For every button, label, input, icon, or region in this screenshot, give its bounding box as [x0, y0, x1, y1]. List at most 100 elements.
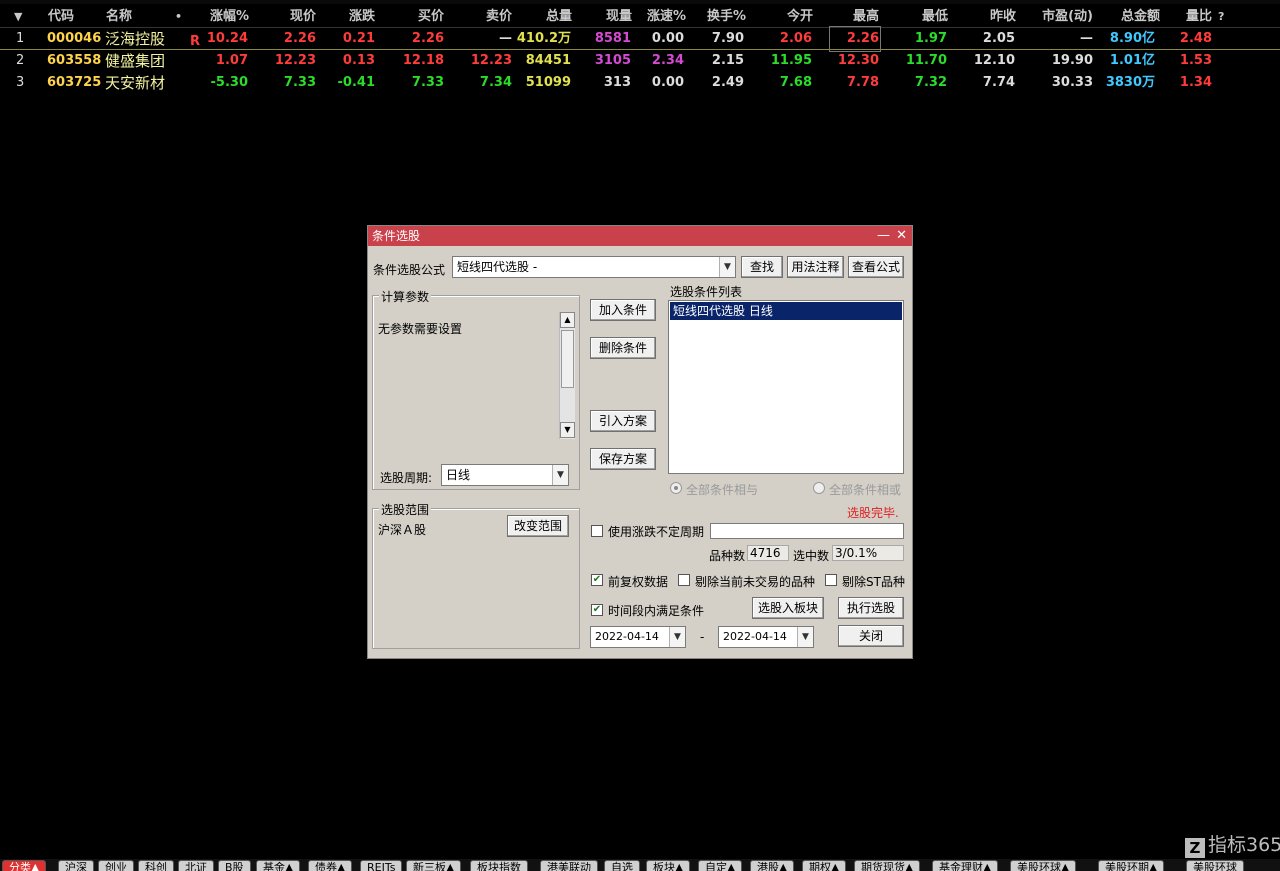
col-chg-pct[interactable]: 涨幅% — [210, 6, 249, 28]
stock-code: 603558 — [47, 53, 102, 68]
tab-star[interactable]: 科创 — [138, 860, 174, 871]
date-to-select[interactable]: 2022-04-14 ▼ — [718, 626, 814, 648]
column-menu-icon[interactable]: ▼ — [14, 6, 22, 28]
close-icon[interactable]: ✕ — [896, 226, 907, 246]
tab-reits[interactable]: REITs — [360, 860, 403, 871]
time-range-checkbox[interactable]: ✔ — [591, 604, 603, 616]
prev-close: 2.05 — [982, 31, 1015, 46]
prev-close: 7.74 — [982, 75, 1015, 90]
tab-custom[interactable]: 自定▲ — [698, 860, 743, 871]
pe: 30.33 — [1051, 75, 1093, 90]
col-name[interactable]: 名称 — [106, 6, 132, 28]
table-row[interactable]: 2 603558 健盛集团 1.07 12.23 0.13 12.18 12.2… — [0, 50, 1280, 72]
tab-us-global[interactable]: 美股环球▲ — [1010, 860, 1077, 871]
col-bid[interactable]: 买价 — [418, 6, 444, 28]
tab-hk-us-link[interactable]: 港美联动 — [540, 860, 598, 871]
delete-condition-button[interactable]: 删除条件 — [590, 337, 656, 359]
usage-notes-button[interactable]: 用法注释 — [787, 256, 844, 278]
amount: 8.90 — [1109, 31, 1142, 46]
row-index: 2 — [16, 53, 25, 68]
amount: 3830 — [1105, 75, 1142, 90]
col-open[interactable]: 今开 — [787, 6, 813, 28]
col-chg[interactable]: 涨跌 — [349, 6, 375, 28]
tab-bond[interactable]: 债券▲ — [308, 860, 353, 871]
tab-bshare[interactable]: B股 — [218, 860, 251, 871]
tab-futures[interactable]: 期货现货▲ — [854, 860, 921, 871]
view-formula-button[interactable]: 查看公式 — [848, 256, 904, 278]
table-row[interactable]: 1 000046 泛海控股 R 10.24 2.26 0.21 2.26 — 4… — [0, 26, 1280, 52]
col-price[interactable]: 现价 — [290, 6, 316, 28]
speed: 0.00 — [651, 75, 684, 90]
chevron-down-icon[interactable]: ▼ — [797, 627, 813, 647]
col-turnover[interactable]: 换手% — [707, 6, 746, 28]
col-code[interactable]: 代码 — [48, 6, 74, 28]
exclude-st-checkbox[interactable] — [825, 574, 837, 586]
tab-category[interactable]: 分类▲ — [2, 860, 47, 871]
tab-us-global-3[interactable]: 美股环球 — [1186, 860, 1244, 871]
and-radio[interactable] — [670, 482, 682, 494]
tab-hk[interactable]: 港股▲ — [750, 860, 795, 871]
range-title: 选股范围 — [379, 501, 432, 518]
col-amount[interactable]: 总金额 — [1121, 6, 1160, 28]
adjust-checkbox[interactable]: ✔ — [591, 574, 603, 586]
tab-block-index[interactable]: 板块指数 — [470, 860, 528, 871]
volume: 84451 — [525, 53, 571, 68]
col-vol-ratio[interactable]: 量比 — [1186, 6, 1212, 28]
bid: 2.26 — [411, 31, 444, 46]
or-radio[interactable] — [813, 482, 825, 494]
tab-gem[interactable]: 创业 — [98, 860, 134, 871]
help-icon[interactable]: ? — [1218, 6, 1224, 28]
minimize-icon[interactable]: — — [877, 226, 890, 246]
col-volume[interactable]: 总量 — [546, 6, 572, 28]
params-scrollbar[interactable]: ▲ ▼ — [559, 312, 575, 439]
tab-fund[interactable]: 基金▲ — [256, 860, 301, 871]
col-prev-close[interactable]: 昨收 — [990, 6, 1016, 28]
use-period-checkbox[interactable] — [591, 525, 603, 537]
add-condition-button[interactable]: 加入条件 — [590, 299, 656, 321]
tab-bse[interactable]: 北证 — [178, 860, 214, 871]
period-input[interactable] — [710, 523, 904, 539]
col-low[interactable]: 最低 — [922, 6, 948, 28]
run-screen-button[interactable]: 执行选股 — [838, 597, 904, 619]
col-cur-volume[interactable]: 现量 — [606, 6, 632, 28]
find-button[interactable]: 查找 — [741, 256, 783, 278]
table-row[interactable]: 3 603725 天安新材 -5.30 7.33 -0.41 7.33 7.34… — [0, 72, 1280, 94]
adjust-label: 前复权数据 — [608, 575, 669, 589]
tab-shsz[interactable]: 沪深 — [58, 860, 94, 871]
col-pe[interactable]: 市盈(动) — [1042, 6, 1093, 28]
amount-unit: 亿 — [1142, 53, 1156, 68]
tab-us-global-2[interactable]: 美股环期▲ — [1098, 860, 1165, 871]
volume: 410.2 — [516, 31, 558, 46]
scroll-up-icon[interactable]: ▲ — [560, 312, 575, 328]
scroll-down-icon[interactable]: ▼ — [560, 422, 575, 438]
chevron-down-icon[interactable]: ▼ — [669, 627, 685, 647]
exclude-untraded-checkbox[interactable] — [678, 574, 690, 586]
condition-list[interactable]: 短线四代选股 日线 — [668, 300, 904, 474]
tab-watchlist[interactable]: 自选 — [604, 860, 640, 871]
chevron-down-icon[interactable]: ▼ — [719, 257, 735, 277]
formula-select[interactable]: 短线四代选股 - ▼ — [452, 256, 736, 278]
import-scheme-button[interactable]: 引入方案 — [590, 410, 656, 432]
close-button[interactable]: 关闭 — [838, 625, 904, 647]
col-high[interactable]: 最高 — [853, 6, 879, 28]
watermark: Z 指标365 — [1185, 830, 1280, 858]
tab-options[interactable]: 期权▲ — [802, 860, 847, 871]
save-scheme-button[interactable]: 保存方案 — [590, 448, 656, 470]
tab-fund-wealth[interactable]: 基金理财▲ — [932, 860, 999, 871]
tab-neeq[interactable]: 新三板▲ — [406, 860, 462, 871]
chg-pct: -5.30 — [210, 75, 248, 90]
tab-blocks[interactable]: 板块▲ — [646, 860, 691, 871]
to-block-button[interactable]: 选股入板块 — [752, 597, 824, 619]
date-from-select[interactable]: 2022-04-14 ▼ — [590, 626, 686, 648]
col-speed[interactable]: 涨速% — [647, 6, 686, 28]
condition-list-title: 选股条件列表 — [670, 285, 743, 299]
list-item[interactable]: 短线四代选股 日线 — [670, 302, 902, 320]
and-radio-label: 全部条件相与 — [686, 483, 759, 497]
col-ask[interactable]: 卖价 — [486, 6, 512, 28]
dialog-title: 条件选股 — [372, 229, 421, 243]
period-select[interactable]: 日线 ▼ — [441, 464, 569, 486]
dialog-titlebar[interactable]: 条件选股 — ✕ — [368, 226, 912, 246]
change-range-button[interactable]: 改变范围 — [507, 515, 569, 537]
scroll-thumb[interactable] — [561, 330, 574, 388]
chevron-down-icon[interactable]: ▼ — [552, 465, 568, 485]
